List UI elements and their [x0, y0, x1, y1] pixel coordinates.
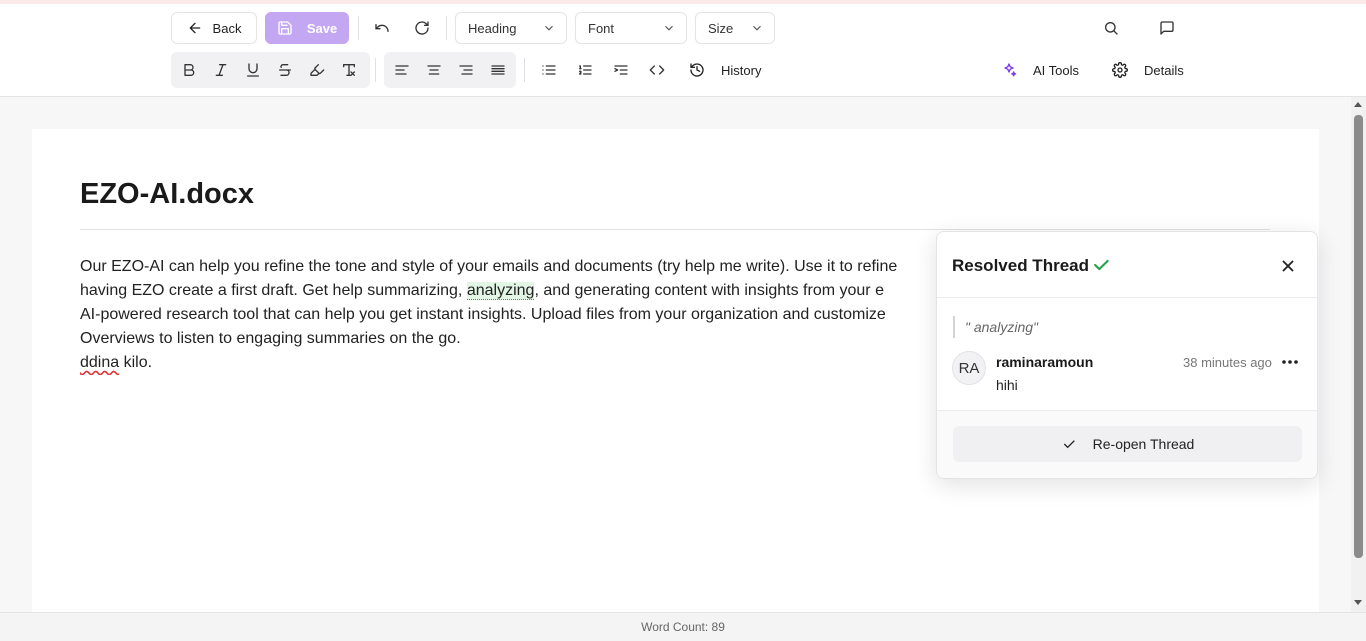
arrow-left-icon — [189, 22, 200, 34]
document-title[interactable]: EZO-AI.docx — [80, 178, 254, 211]
comments-button[interactable] — [1153, 14, 1181, 42]
scroll-up-arrow[interactable] — [1354, 102, 1362, 107]
paragraph-line: Our EZO-AI can help you refine the tone … — [80, 258, 898, 275]
back-button[interactable]: Back — [171, 12, 257, 44]
bold-button[interactable] — [175, 56, 203, 84]
align-justify-button[interactable] — [484, 56, 512, 84]
clear-format-button[interactable] — [335, 56, 363, 84]
chevron-down-icon — [750, 21, 764, 35]
comment-highlight[interactable]: analyzing — [466, 282, 535, 300]
thread-title: Resolved Thread — [952, 256, 1089, 275]
code-icon — [649, 65, 665, 75]
numbered-list-icon — [579, 65, 592, 75]
history-icon — [690, 63, 704, 77]
ai-sparkle-icon — [1004, 63, 1017, 77]
strikethrough-button[interactable] — [271, 56, 299, 84]
align-right-icon — [459, 65, 473, 75]
back-label: Back — [212, 20, 242, 36]
toolbar-divider — [375, 58, 376, 82]
align-right-button[interactable] — [452, 56, 480, 84]
text-run: , and generating content with insights f… — [534, 282, 884, 299]
font-select-value: Font — [588, 20, 615, 36]
misspelled-word[interactable]: ddina — [80, 354, 119, 371]
ai-tools-label: AI Tools — [1033, 62, 1080, 78]
word-count: Word Count: 89 — [641, 620, 725, 634]
paragraph-line: AI-powered research tool that can help y… — [80, 306, 886, 323]
thread-footer: Re-open Thread — [937, 410, 1317, 478]
avatar: RA — [952, 351, 986, 385]
toolbar-divider — [358, 16, 359, 40]
underline-icon — [247, 63, 259, 77]
check-icon — [1063, 440, 1075, 449]
italic-icon — [215, 64, 227, 76]
italic-button[interactable] — [207, 56, 235, 84]
ai-tools-button[interactable]: AI Tools — [1001, 56, 1079, 84]
status-bar: Word Count: 89 — [0, 612, 1366, 641]
gear-icon — [1112, 62, 1128, 78]
thread-header: Resolved Thread — [937, 232, 1317, 298]
chevron-down-icon — [542, 21, 556, 35]
paragraph-line: having EZO create a first draft. Get hel… — [80, 279, 940, 303]
indent-icon — [614, 65, 628, 75]
paragraph-line: ddina kilo. — [80, 351, 940, 375]
size-select[interactable]: Size — [695, 12, 775, 44]
code-button[interactable] — [643, 56, 671, 84]
highlight-button[interactable] — [303, 56, 331, 84]
chevron-down-icon — [662, 21, 676, 35]
editor-toolbar: Back Save Heading Font Size History AI T… — [0, 4, 1366, 97]
toolbar-divider — [524, 58, 525, 82]
resolved-thread-popup: Resolved Thread " analyzing" RA raminara… — [936, 231, 1318, 479]
size-select-value: Size — [708, 20, 734, 36]
quoted-text: " analyzing" — [953, 316, 1038, 338]
search-button[interactable] — [1097, 14, 1125, 42]
text-run: kilo. — [119, 354, 153, 371]
comment-author: raminaramoun — [996, 354, 1094, 370]
strikethrough-icon — [279, 64, 291, 76]
align-justify-icon — [491, 65, 505, 75]
redo-icon — [415, 21, 429, 35]
title-divider — [80, 229, 1270, 230]
comment-icon — [1160, 21, 1174, 35]
align-left-icon — [395, 65, 409, 75]
undo-icon — [375, 23, 389, 32]
align-center-icon — [427, 65, 441, 75]
reopen-thread-button[interactable]: Re-open Thread — [953, 426, 1302, 462]
underline-button[interactable] — [239, 56, 267, 84]
highlighter-icon — [310, 64, 325, 76]
save-label: Save — [306, 20, 338, 36]
history-label: History — [721, 62, 762, 78]
heading-select-value: Heading — [468, 20, 517, 36]
scroll-down-arrow[interactable] — [1354, 600, 1362, 605]
close-icon[interactable] — [1279, 257, 1297, 275]
text-run: having EZO create a first draft. Get hel… — [80, 282, 463, 299]
redo-button[interactable] — [408, 14, 436, 42]
align-left-button[interactable] — [388, 56, 416, 84]
details-button[interactable]: Details — [1112, 56, 1184, 84]
comment-text: hihi — [996, 377, 1018, 393]
save-button[interactable]: Save — [265, 12, 349, 44]
remove-formatting-icon — [343, 64, 355, 76]
scrollbar-thumb[interactable] — [1354, 115, 1363, 558]
check-icon — [1094, 259, 1109, 271]
bullet-list-icon — [542, 65, 556, 75]
heading-select[interactable]: Heading — [455, 12, 567, 44]
comment-timestamp: 38 minutes ago — [1183, 355, 1272, 370]
vertical-scrollbar[interactable] — [1351, 97, 1366, 612]
save-icon — [278, 21, 292, 35]
bullet-list-button[interactable] — [535, 56, 563, 84]
history-button[interactable]: History — [689, 56, 761, 84]
undo-button[interactable] — [368, 14, 396, 42]
details-label: Details — [1144, 62, 1184, 78]
paragraph-line: Overviews to listen to engaging summarie… — [80, 330, 461, 347]
numbered-list-button[interactable] — [571, 56, 599, 84]
reopen-thread-label: Re-open Thread — [1092, 436, 1195, 452]
indent-button[interactable] — [607, 56, 635, 84]
search-icon — [1105, 22, 1118, 35]
toolbar-divider — [446, 16, 447, 40]
bold-icon — [184, 64, 195, 76]
more-horizontal-icon[interactable] — [1280, 354, 1300, 370]
align-center-button[interactable] — [420, 56, 448, 84]
font-select[interactable]: Font — [575, 12, 687, 44]
